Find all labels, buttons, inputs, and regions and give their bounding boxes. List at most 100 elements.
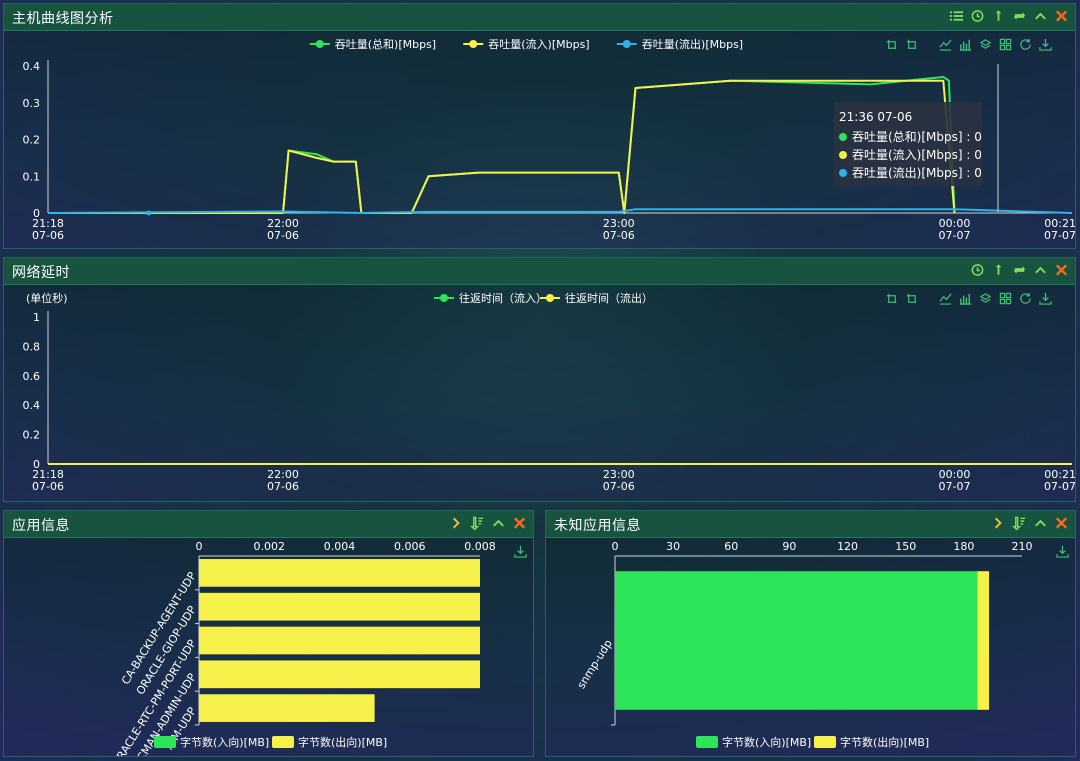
legend-label: 字节数(入向)[MB] [180,735,269,749]
x-tick-label: 0.006 [394,540,426,553]
close-icon[interactable] [1054,8,1069,24]
chart-tooltip: 21:36 07-06 吞吐量(总和)[Mbps] : 0 吞吐量(流入)[Mb… [834,64,999,212]
close-icon[interactable] [1054,515,1069,531]
bar [199,559,480,587]
series-line [48,79,956,214]
x-tick-label: 0 [612,540,619,553]
legend-marker [546,294,554,302]
series-point [146,210,152,216]
legend-marker [622,40,631,48]
bar [199,626,480,655]
unknown-app-panel: 未知应用信息 0 30 60 90 120 150 180 210 snmp-udp 字节数(入… [545,510,1076,757]
legend-marker [440,294,448,302]
legend-label: 字节数(出向)[MB] [298,735,387,749]
chevron-right-icon[interactable] [449,515,464,531]
y-tick-label: 0.4 [23,60,41,73]
tooltip-time: 21:36 07-06 [839,110,912,124]
clock-icon[interactable] [970,8,985,24]
legend-label: 吞吐量(流入)[Mbps] [488,37,589,51]
tooltip-row-in: 吞吐量(流入)[Mbps] : 0 [852,148,982,162]
x-tick-label: 07-06 [267,480,299,493]
x-tick-label: 0.008 [464,540,496,553]
clock-icon[interactable] [970,262,985,278]
x-tick-label: 07-07 [1044,229,1075,242]
series-line [48,76,956,214]
collapse-icon[interactable] [491,515,506,531]
y-tick-label: 0.4 [23,399,41,412]
x-tick-label: 07-06 [32,229,64,242]
y-tick-label: 0.2 [23,429,41,442]
panel-title: 应用信息 [12,518,70,534]
close-icon[interactable] [512,515,527,531]
x-tick-label: 210 [1012,540,1033,553]
legend-label: 字节数(入向)[MB] [722,735,811,749]
app-info-panel: 应用信息 0 0.002 0.004 0.006 0.008 CA-BACKUP-AGEN… [3,510,534,757]
collapse-icon[interactable] [1033,262,1048,278]
x-tick-label: 07-06 [32,480,64,493]
legend-marker [315,40,324,48]
latency-header: 网络延时 [4,258,1075,285]
category-label: snmp-udp [575,637,615,691]
panel-title: 网络延时 [12,265,70,281]
x-tick-label: 0.002 [254,540,286,553]
legend-swatch [814,736,836,748]
legend-label: 字节数(出向)[MB] [840,735,929,749]
y-tick-label: 0.3 [23,97,41,110]
y-tick-label: 0.8 [23,340,41,353]
list-icon[interactable] [949,8,964,24]
sort-desc-icon[interactable] [470,515,485,531]
legend-swatch [154,736,176,748]
collapse-icon[interactable] [1033,515,1048,531]
unknown-app-chart[interactable]: 0 30 60 90 120 150 180 210 snmp-udp 字节数(入向)[MB] 字… [546,537,1075,756]
refresh-icon[interactable] [1012,8,1027,24]
legend-label: 往返时间（流出） [565,291,653,305]
x-tick-label: 180 [953,540,974,553]
legend-label: 往返时间（流入） [459,291,547,305]
sort-icon[interactable] [991,8,1006,24]
legend-swatch [272,736,294,748]
bar [199,660,480,689]
x-tick-label: 07-06 [267,229,299,242]
legend-swatch [696,736,718,748]
throughput-chart[interactable]: 吞吐量(总和)[Mbps] 吞吐量(流入)[Mbps] 吞吐量(流出)[Mbps] … [4,30,1076,248]
close-icon[interactable] [1054,262,1069,278]
x-tick-label: 0.004 [324,540,356,553]
bar [977,571,990,710]
x-tick-label: 07-07 [1044,480,1075,493]
y-tick-label: 0.2 [23,134,41,147]
host-curve-panel: 主机曲线图分析 吞吐量(总和)[Mbps] 吞吐量(流入)[Mbps] 吞吐量(流出… [3,3,1076,249]
x-tick-label: 07-07 [939,229,971,242]
app-info-chart[interactable]: 0 0.002 0.004 0.006 0.008CA-BACKUP-AGENT-UDP… [4,537,533,756]
sort-desc-icon[interactable] [1012,515,1027,531]
latency-chart[interactable]: (单位秒) 往返时间（流入） 往返时间（流出） 00.20.40.60.8121:… [4,284,1076,501]
latency-unit-label: (单位秒) [26,291,68,305]
unknown-app-header: 未知应用信息 [546,511,1075,538]
collapse-icon[interactable] [1033,8,1048,24]
host-curve-header: 主机曲线图分析 [4,4,1075,31]
panel-title: 主机曲线图分析 [12,11,114,27]
x-tick-label: 150 [895,540,916,553]
x-tick-label: 0 [196,540,203,553]
tooltip-row-out: 吞吐量(流出)[Mbps] : 0 [852,166,982,180]
legend-label: 吞吐量(流出)[Mbps] [642,37,743,51]
y-tick-label: 0.1 [23,170,41,183]
app-info-header: 应用信息 [4,511,533,538]
sort-icon[interactable] [991,262,1006,278]
bar [615,571,978,710]
x-tick-label: 90 [782,540,796,553]
x-tick-label: 07-07 [939,480,971,493]
x-tick-label: 30 [666,540,680,553]
legend-marker [469,40,478,48]
refresh-icon[interactable] [1012,262,1027,278]
x-tick-label: 07-06 [603,480,635,493]
bar [199,694,375,722]
y-tick-label: 0.6 [23,370,41,383]
x-tick-label: 60 [724,540,738,553]
panel-title: 未知应用信息 [554,518,641,534]
bar [199,592,480,621]
x-tick-label: 07-06 [603,229,635,242]
latency-panel: 网络延时 (单位秒) 往返时间（流入） 往返时间（流出） 0 0.2 0.4 0.6 0.… [3,257,1076,502]
legend-label: 吞吐量(总和)[Mbps] [335,37,436,51]
chevron-right-icon[interactable] [991,515,1006,531]
y-tick-label: 1 [33,311,40,324]
